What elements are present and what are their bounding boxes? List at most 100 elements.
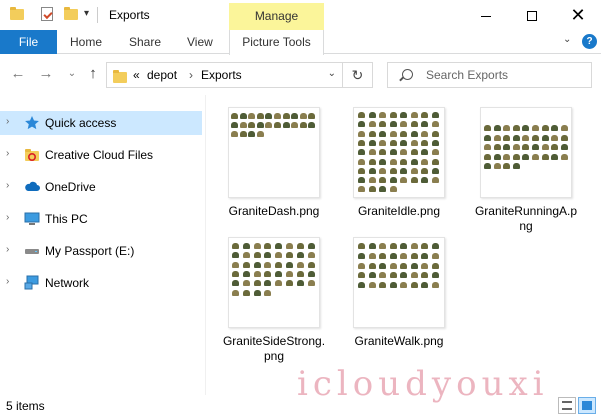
sprite-frame bbox=[242, 243, 250, 249]
sprite-frame bbox=[358, 158, 365, 165]
chevron-right-icon[interactable]: › bbox=[6, 276, 9, 287]
sprite-frame bbox=[389, 262, 397, 269]
sprite-frame bbox=[389, 252, 397, 259]
refresh-button[interactable]: ↻ bbox=[343, 62, 373, 88]
nav-item-label: My Passport (E:) bbox=[45, 244, 135, 258]
chevron-right-icon[interactable]: › bbox=[6, 212, 9, 223]
sprite-frame bbox=[358, 112, 365, 118]
sprite-frame bbox=[358, 177, 365, 184]
chevron-right-icon[interactable]: › bbox=[6, 116, 9, 127]
new-folder-icon[interactable] bbox=[63, 6, 79, 22]
sprite-frame bbox=[512, 163, 520, 170]
sprite-frame bbox=[232, 243, 239, 249]
sprite-frame bbox=[431, 262, 439, 269]
nav-item-label: Quick access bbox=[45, 116, 117, 130]
sprite-frame bbox=[368, 167, 376, 174]
chevron-right-icon[interactable]: › bbox=[6, 244, 9, 255]
sprite-frame bbox=[410, 262, 418, 269]
properties-icon[interactable] bbox=[39, 6, 55, 22]
breadcrumb-separator[interactable]: › bbox=[189, 68, 193, 82]
search-input[interactable] bbox=[426, 67, 586, 83]
file-name: GraniteSideStrong.png bbox=[222, 334, 326, 363]
tab-file[interactable]: File bbox=[0, 30, 57, 54]
file-name: GraniteIdle.png bbox=[357, 204, 441, 218]
sprite-frame bbox=[421, 262, 428, 269]
sprite-frame bbox=[242, 252, 250, 259]
sprite-frame bbox=[389, 149, 397, 156]
sprite-frame bbox=[551, 125, 559, 131]
sprite-frame bbox=[264, 289, 272, 296]
tab-manage[interactable]: Manage bbox=[229, 3, 324, 30]
sprite-frame bbox=[307, 270, 315, 277]
sprite-frame bbox=[541, 134, 549, 141]
sprite-frame bbox=[358, 130, 365, 137]
sprite-frame bbox=[560, 144, 568, 151]
chevron-right-icon[interactable]: › bbox=[6, 180, 9, 191]
sprite-frame bbox=[308, 113, 316, 119]
close-button[interactable]: ✕ bbox=[555, 0, 601, 30]
breadcrumb-exports[interactable]: Exports bbox=[201, 68, 242, 82]
sprite-frame bbox=[400, 139, 407, 146]
forward-button[interactable]: → bbox=[36, 64, 56, 84]
sprite-frame bbox=[296, 243, 304, 249]
cloud-icon bbox=[25, 181, 40, 191]
sprite-frame bbox=[368, 177, 376, 184]
sprite-frame bbox=[232, 261, 239, 268]
sprite-frame bbox=[291, 113, 299, 119]
chevron-right-icon[interactable]: › bbox=[6, 148, 9, 159]
sprite-frame bbox=[358, 139, 365, 146]
breadcrumb-depot[interactable]: depot bbox=[147, 68, 177, 82]
back-button[interactable]: ← bbox=[8, 64, 28, 84]
breadcrumb-overflow[interactable]: « bbox=[133, 68, 140, 82]
tab-share[interactable]: Share bbox=[129, 30, 161, 54]
sprite-frame bbox=[400, 243, 407, 249]
nav-item-my-passport[interactable]: › My Passport (E:) bbox=[0, 239, 202, 263]
address-bar[interactable]: « depot › Exports ⌄ bbox=[106, 62, 343, 88]
tab-picture-tools[interactable]: Picture Tools bbox=[229, 30, 324, 55]
nav-item-network[interactable]: › Network bbox=[0, 271, 202, 295]
sprite-frame bbox=[379, 167, 386, 174]
sprite-frame bbox=[389, 282, 397, 289]
minimize-button[interactable] bbox=[463, 0, 509, 30]
sprite-frame bbox=[484, 163, 491, 170]
sprite-frame bbox=[274, 113, 281, 119]
sprite-frame bbox=[232, 252, 239, 259]
sprite-frame bbox=[368, 158, 376, 165]
help-icon[interactable]: ? bbox=[582, 34, 597, 49]
nav-item-label: Creative Cloud Files bbox=[45, 148, 154, 162]
address-history-chevron-icon[interactable]: ⌄ bbox=[328, 68, 336, 79]
search-box[interactable] bbox=[387, 62, 592, 88]
nav-item-onedrive[interactable]: › OneDrive bbox=[0, 175, 202, 199]
expand-ribbon-chevron-icon[interactable]: ⌄ bbox=[563, 34, 571, 45]
file-list: GraniteDash.png GraniteIdle.png GraniteR… bbox=[206, 95, 601, 395]
customize-toolbar-chevron-icon[interactable]: ▾ bbox=[84, 8, 89, 19]
nav-item-this-pc[interactable]: › This PC bbox=[0, 207, 202, 231]
sprite-frame bbox=[264, 280, 272, 287]
sprite-frame bbox=[493, 163, 501, 170]
up-button[interactable]: ↑ bbox=[83, 64, 103, 84]
sprite-frame bbox=[400, 149, 407, 156]
tab-view[interactable]: View bbox=[187, 30, 213, 54]
folder-icon[interactable] bbox=[9, 6, 25, 22]
large-icons-view-button[interactable] bbox=[578, 397, 596, 414]
tab-home[interactable]: Home bbox=[70, 30, 102, 54]
sprite-frame bbox=[291, 122, 299, 128]
item-count: 5 items bbox=[6, 399, 45, 413]
nav-item-creative-cloud[interactable]: › Creative Cloud Files bbox=[0, 143, 202, 167]
maximize-button[interactable] bbox=[509, 0, 555, 30]
sprite-frame bbox=[503, 125, 511, 131]
arrow-left-icon: ← bbox=[10, 65, 26, 82]
sprite-frame bbox=[253, 289, 261, 296]
sprite-frame bbox=[551, 144, 559, 151]
sprite-frame bbox=[522, 134, 530, 141]
sprite-frame bbox=[400, 130, 407, 137]
refresh-icon: ↻ bbox=[351, 67, 364, 83]
watermark: icloudyouxi bbox=[297, 364, 549, 404]
sprite-frame bbox=[503, 153, 511, 160]
nav-item-quick-access[interactable]: › Quick access bbox=[0, 111, 202, 135]
recent-locations-button[interactable]: ⌄ bbox=[62, 64, 82, 84]
sprite-frame bbox=[484, 153, 491, 160]
details-view-button[interactable] bbox=[558, 397, 576, 414]
sprite-frame bbox=[368, 243, 376, 249]
sprite-frame bbox=[493, 125, 501, 131]
